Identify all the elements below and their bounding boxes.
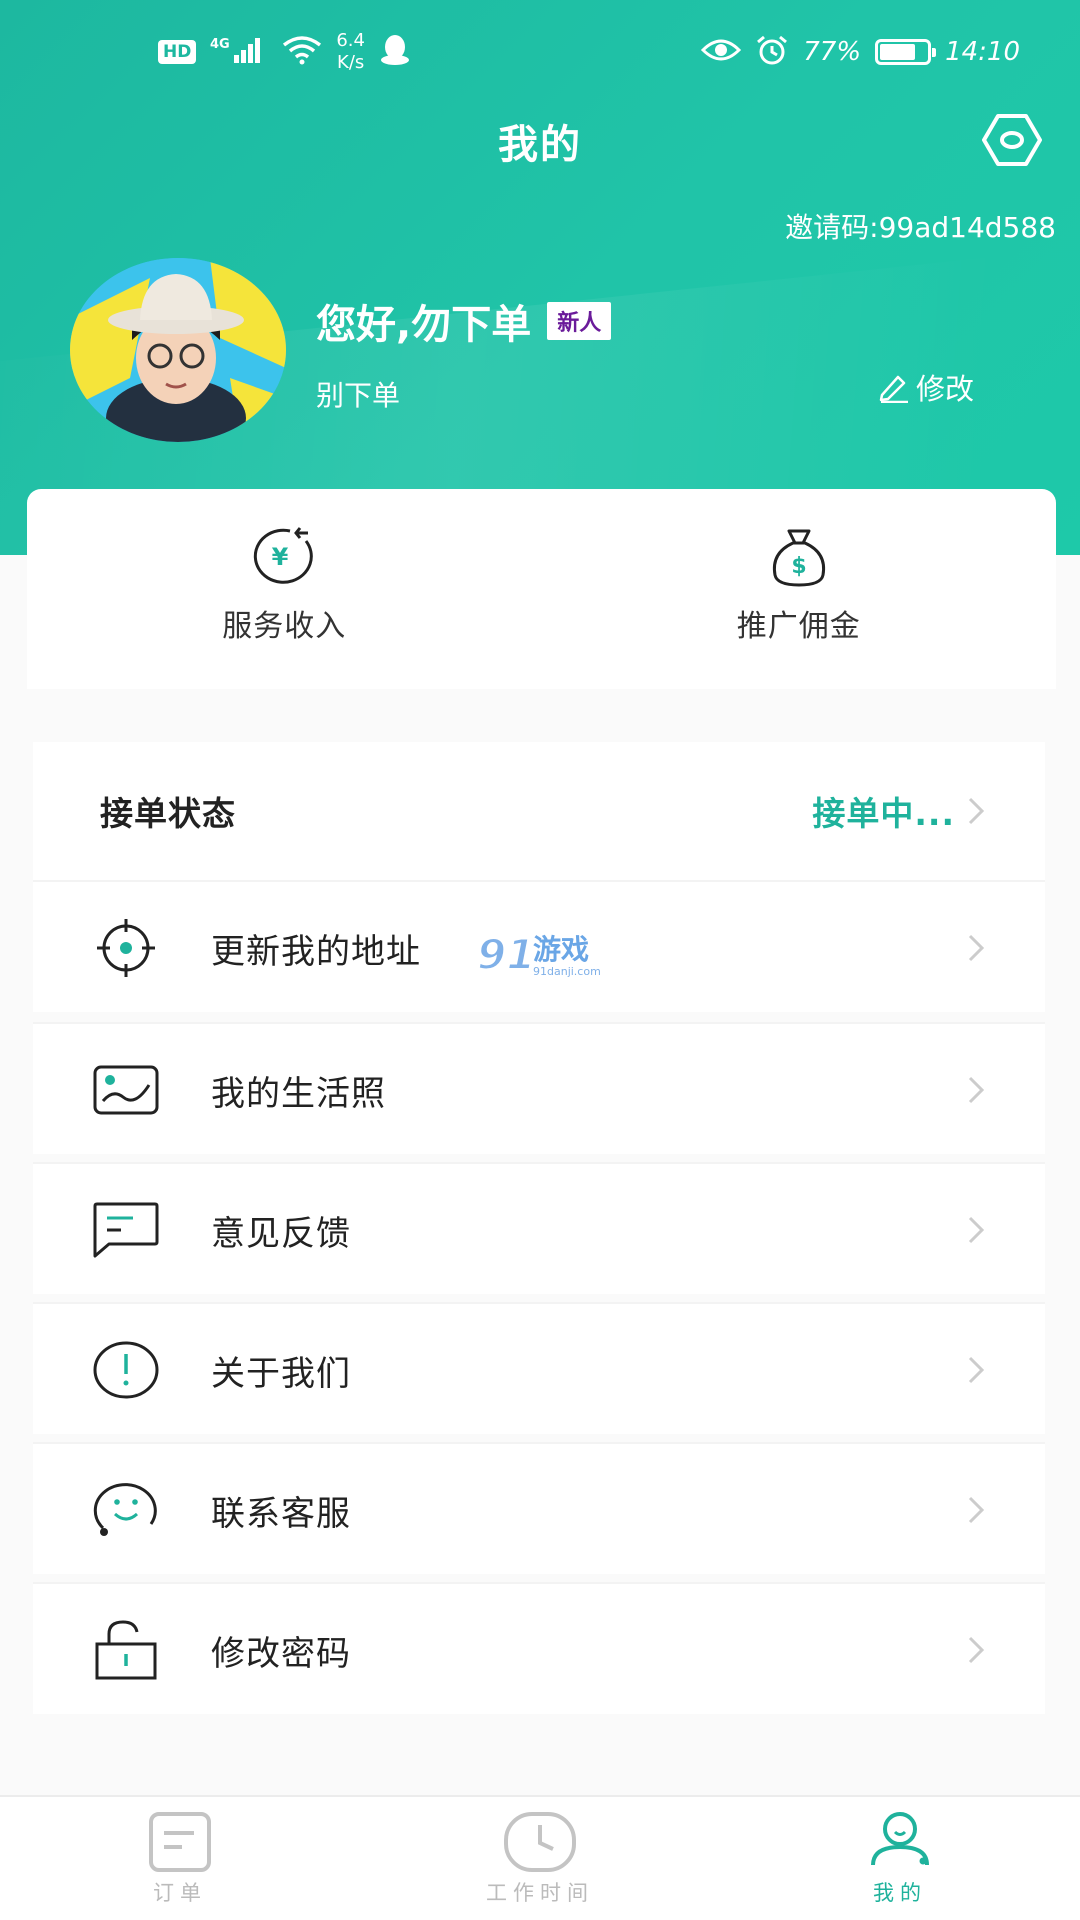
tab-orders[interactable]: 订单: [0, 1797, 360, 1920]
quick-actions-card: ¥ 服务收入 $ 推广佣金: [27, 489, 1056, 689]
page-title: 我的: [498, 122, 582, 168]
menu-item-life-photos[interactable]: 我的生活照: [33, 1022, 1045, 1154]
settings-button[interactable]: [982, 112, 1042, 168]
photo-icon: [93, 1060, 159, 1120]
bottom-tab-bar: 订单 工作时间 我的: [0, 1795, 1080, 1920]
pencil-icon: [879, 375, 908, 403]
menu-item-customer-service[interactable]: 联系客服: [33, 1442, 1045, 1574]
settings-hex-icon: [982, 114, 1042, 166]
menu-item-label: 我的生活照: [211, 1074, 386, 1114]
greeting-row: 您好,勿下单 新人: [316, 292, 612, 350]
menu-item-change-password[interactable]: 修改密码: [33, 1582, 1045, 1714]
chevron-right-icon: [968, 1216, 985, 1244]
wifi-icon: [282, 35, 322, 69]
edit-label: 修改: [916, 372, 975, 406]
chevron-right-icon: [968, 1076, 985, 1104]
qq-icon: [379, 33, 411, 71]
eye-icon: [701, 36, 742, 68]
service-income-button[interactable]: ¥ 服务收入: [27, 489, 542, 689]
chevron-right-icon: [968, 1636, 985, 1664]
promotion-commission-label: 推广佣金: [736, 609, 861, 644]
feedback-icon: [93, 1200, 159, 1260]
alarm-icon: [755, 34, 789, 70]
network-speed: 6.4 K/s: [336, 30, 365, 73]
greeting-name: 您好,勿下单: [316, 302, 532, 348]
tab-label: 工作时间: [486, 1881, 594, 1905]
order-status-row[interactable]: 接单状态 接单中...: [33, 742, 1045, 880]
svg-text:$: $: [791, 554, 806, 579]
chevron-right-icon: [968, 934, 985, 962]
user-icon: [871, 1812, 929, 1866]
svg-text:¥: ¥: [272, 543, 289, 571]
invite-code: 邀请码:99ad14d588: [785, 211, 1056, 244]
chevron-right-icon: [968, 1496, 985, 1524]
avatar[interactable]: [70, 258, 286, 442]
watermark-logo: 91 游戏 91danji.com: [475, 929, 611, 989]
hd-indicator: HD: [158, 40, 197, 64]
tab-label: 我的: [873, 1881, 927, 1905]
tab-label: 订单: [153, 1881, 207, 1905]
order-status-label: 接单状态: [100, 794, 236, 833]
signal-icon: 4G: [210, 35, 268, 69]
nickname: 别下单: [316, 379, 401, 412]
edit-profile-button[interactable]: 修改: [878, 366, 974, 408]
avatar-cartoon-icon: [70, 258, 286, 442]
network-type: 4G: [210, 37, 230, 52]
menu-item-label: 联系客服: [211, 1494, 351, 1534]
customer-service-icon: [93, 1480, 159, 1540]
clock: 14:10: [945, 37, 1020, 67]
clock-icon: [504, 1812, 576, 1872]
info-icon: [93, 1340, 159, 1400]
chevron-right-icon: [968, 1356, 985, 1384]
menu-item-label: 关于我们: [211, 1354, 351, 1394]
tab-mine[interactable]: 我的: [720, 1797, 1080, 1920]
battery-icon: [875, 39, 937, 65]
menu-item-label: 更新我的地址: [211, 932, 421, 972]
money-bag-icon: $: [772, 529, 825, 587]
watermark-number: 91: [477, 930, 535, 979]
watermark-domain: 91danji.com: [533, 965, 601, 978]
lock-icon: [93, 1620, 159, 1680]
location-target-icon: [93, 918, 159, 978]
income-yuan-icon: ¥: [254, 527, 314, 584]
profile-header: HD 4G 6.4 K/s 77% 14:10 我的 邀请码:99ad14d58…: [0, 0, 1080, 555]
new-user-badge: 新人: [547, 302, 612, 340]
menu-item-label: 修改密码: [211, 1634, 351, 1674]
order-status-value: 接单中...: [812, 794, 955, 833]
chevron-right-icon: [968, 797, 985, 825]
promotion-commission-button[interactable]: $ 推广佣金: [542, 489, 1057, 689]
menu-item-label: 意见反馈: [211, 1214, 351, 1254]
menu-item-feedback[interactable]: 意见反馈: [33, 1162, 1045, 1294]
status-bar: HD 4G 6.4 K/s 77% 14:10: [0, 0, 1080, 110]
menu-item-about-us[interactable]: 关于我们: [33, 1302, 1045, 1434]
order-icon: [149, 1812, 211, 1872]
battery-percent: 77%: [803, 37, 862, 67]
tab-work-hours[interactable]: 工作时间: [360, 1797, 720, 1920]
service-income-label: 服务收入: [222, 609, 347, 644]
watermark-text: 游戏: [533, 933, 589, 966]
